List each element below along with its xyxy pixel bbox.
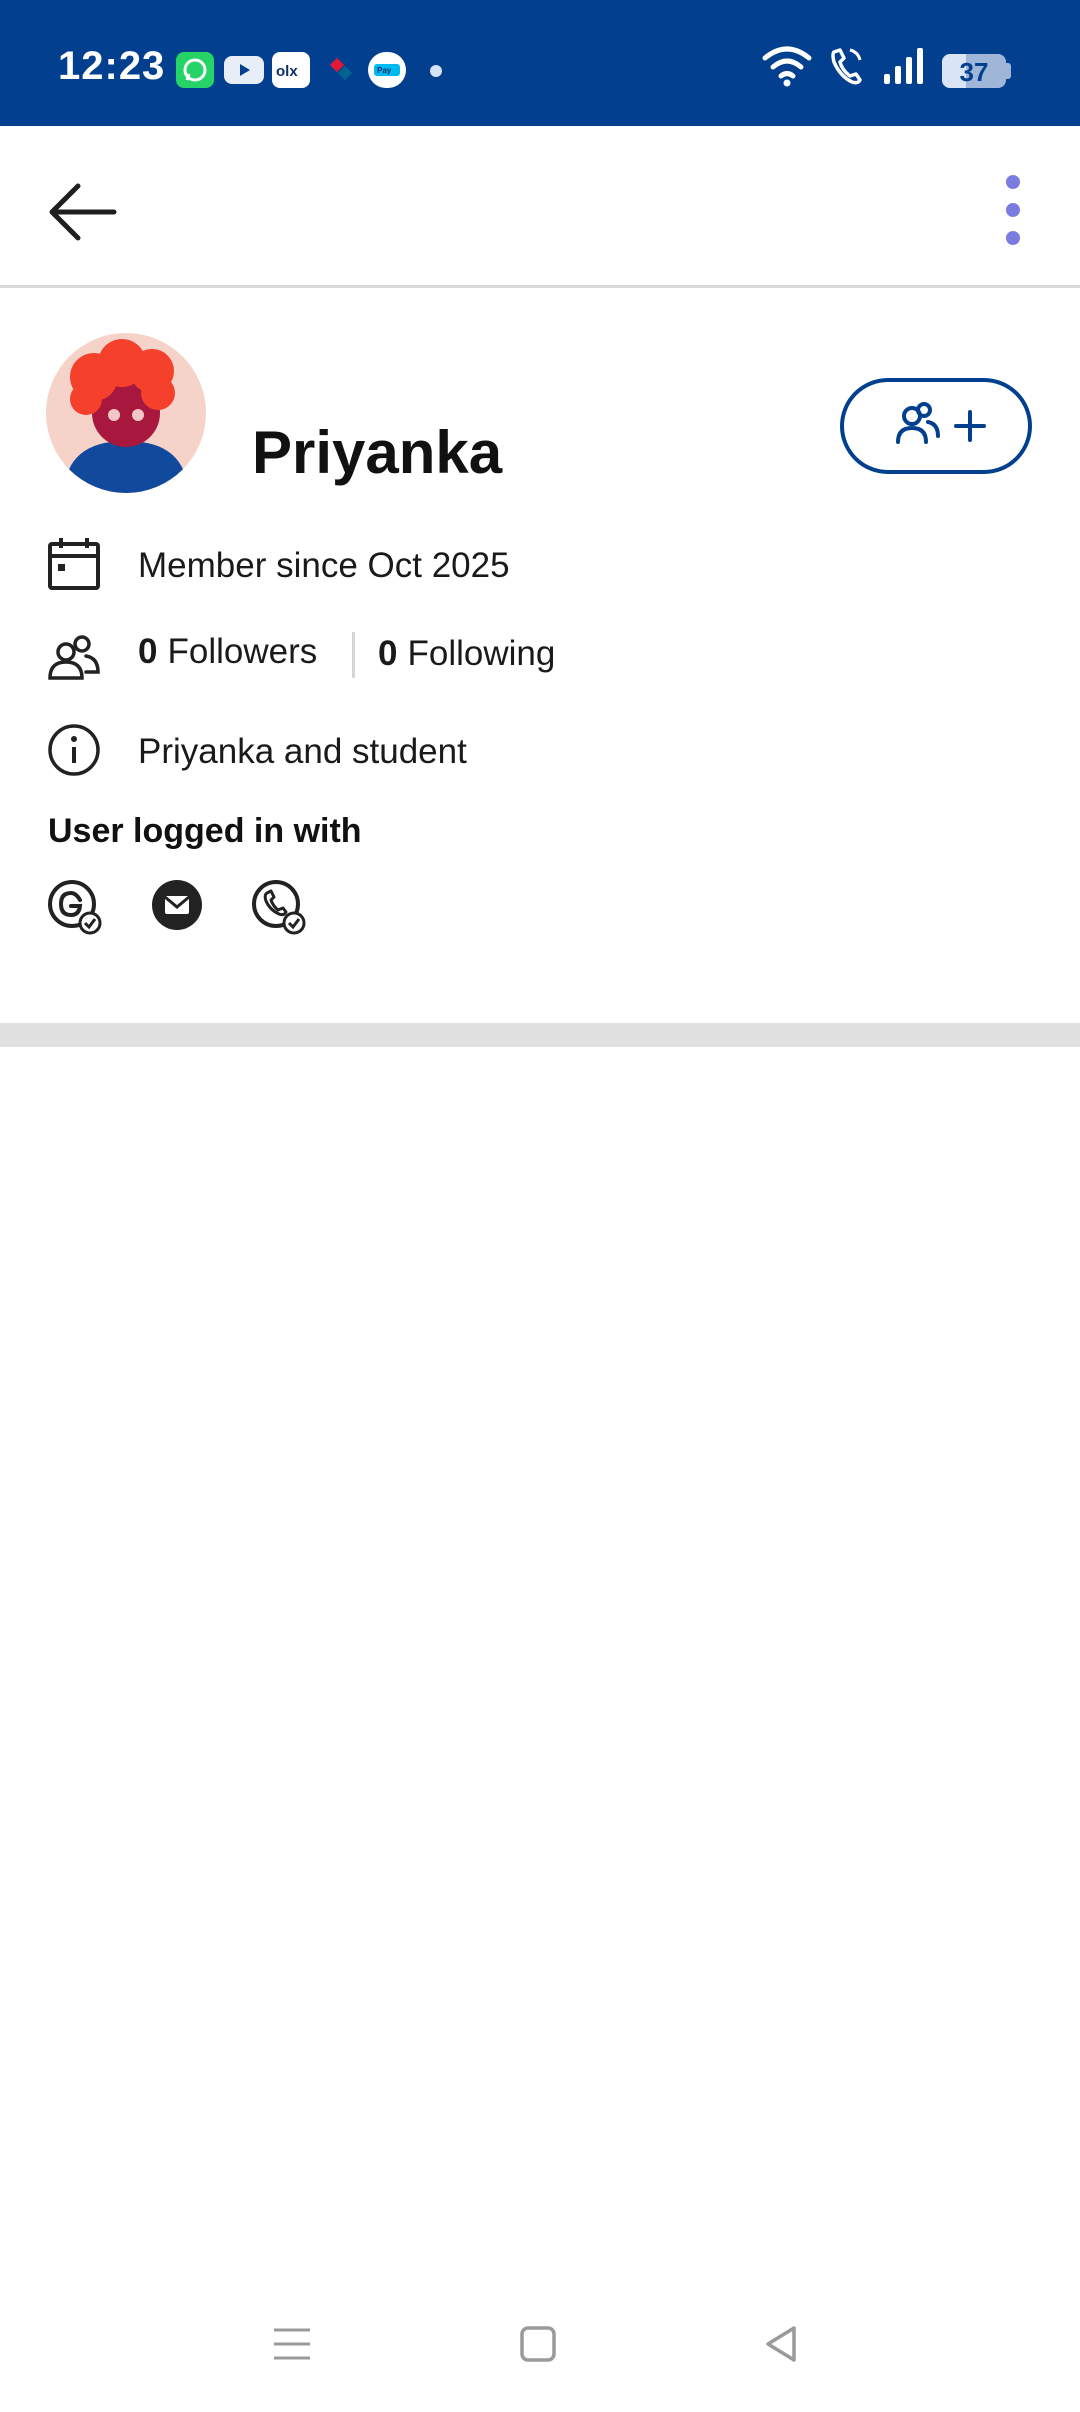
svg-text:Pay: Pay: [377, 66, 392, 75]
users-icon: [46, 630, 102, 686]
profile-name: Priyanka: [252, 419, 503, 486]
back-nav-icon[interactable]: [758, 2320, 806, 2368]
member-since-row: Member since Oct 2025: [46, 536, 646, 596]
arrow-left-icon: [49, 183, 117, 241]
email-icon: [148, 878, 206, 936]
following-link[interactable]: 0 Following: [378, 634, 555, 674]
status-time: 12:23: [58, 44, 166, 88]
followers-row: 0 Followers 0 Following: [46, 630, 666, 690]
notification-dot: [430, 65, 442, 77]
google-verified-icon: [46, 878, 104, 936]
app-bar: [0, 126, 1080, 288]
login-methods-title: User logged in with: [48, 812, 362, 850]
followers-count: 0: [138, 632, 158, 671]
battery-level: 37: [959, 57, 989, 87]
followers-divider: [352, 632, 355, 678]
bio-row: Priyanka and student: [46, 722, 646, 782]
more-vertical-icon: [1006, 175, 1020, 245]
battery-icon: 37: [942, 54, 1006, 88]
wifi-icon: [762, 44, 812, 93]
status-bar: 12:23 olx Pay 37: [0, 0, 1080, 126]
phone-verified-icon: [250, 878, 308, 936]
following-count: 0: [378, 634, 398, 673]
signal-icon: [882, 44, 926, 93]
info-icon: [46, 722, 102, 778]
calendar-icon: [46, 536, 102, 592]
avatar: [46, 333, 206, 493]
bio-text: Priyanka and student: [138, 732, 467, 771]
followers-label: Followers: [167, 632, 318, 671]
wifi-call-icon: [826, 44, 866, 93]
home-icon[interactable]: [514, 2320, 562, 2368]
back-button[interactable]: [38, 166, 128, 256]
follow-button[interactable]: [840, 378, 1032, 474]
battery-tip: [1006, 63, 1011, 79]
svg-text:olx: olx: [276, 63, 298, 80]
menu-icon[interactable]: [268, 2320, 316, 2368]
dominos-icon: [322, 52, 360, 88]
paytm-icon: Pay: [368, 52, 406, 88]
youtube-icon: [224, 56, 264, 84]
add-user-icon: [896, 402, 986, 444]
olx-icon: olx: [272, 52, 310, 88]
more-options-button[interactable]: [990, 170, 1036, 250]
member-since-text: Member since Oct 2025: [138, 546, 510, 585]
followers-link[interactable]: 0 Followers: [138, 632, 317, 672]
following-label: Following: [407, 634, 556, 673]
whatsapp-icon: [176, 52, 214, 88]
section-separator: [0, 1023, 1080, 1047]
